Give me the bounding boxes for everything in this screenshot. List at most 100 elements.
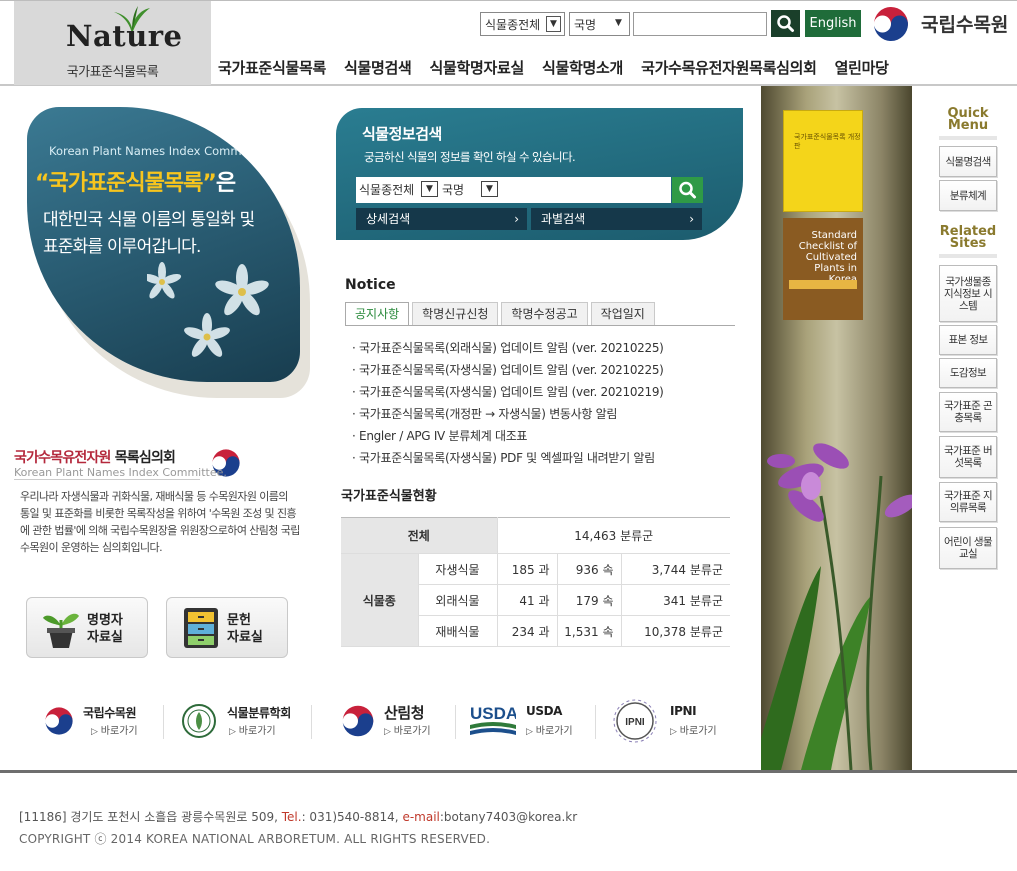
notice-item[interactable]: Engler / APG IV 분류체계 대조표 [352, 428, 664, 450]
tab-name-revision[interactable]: 학명수정공고 [501, 302, 588, 326]
notice-item[interactable]: 국가표준식물목록(개정판 → 자생식물) 변동사항 알림 [352, 406, 664, 428]
notice-tabs: 공지사항 학명신규신청 학명수정공고 작업일지 [345, 302, 658, 326]
header-scope-select[interactable]: 식물종전체 ▼ [480, 12, 565, 36]
nav-item[interactable]: 열린마당 [835, 57, 889, 78]
nav-item[interactable]: 식물명검색 [344, 57, 412, 78]
ipni-logo-icon: IPNI [613, 699, 657, 743]
family-count: 41 과 [497, 584, 558, 616]
label-line: 명명자 [87, 613, 123, 628]
notice-item[interactable]: 국가표준식물목록(외래식물) 업데이트 알림 (ver. 20210225) [352, 340, 664, 362]
book-title: 국가표준식물목록 개정판 [794, 133, 861, 150]
tab-work-log[interactable]: 작업일지 [590, 302, 655, 326]
partner-forest-service[interactable]: 산림청 바로가기 [340, 697, 450, 745]
chevron-down-icon: ▼ [615, 18, 622, 28]
search-icon [777, 15, 794, 32]
committee-title: 국가수목유전자원 목록심의회 [14, 447, 176, 467]
quick-menu-title: Quick Menu [939, 107, 997, 133]
genus-count: 179 속 [557, 584, 622, 616]
related-link[interactable]: 어린이 생물교실 [939, 527, 997, 569]
header-search-input[interactable] [633, 12, 767, 36]
partner-name: 국립수목원 [83, 706, 137, 720]
partner-link[interactable]: 바로가기 [229, 722, 276, 737]
detail-search-tab[interactable]: 상세검색 › [356, 208, 527, 230]
nav-item[interactable]: 국가수목유전자원목록심의회 [641, 57, 817, 78]
partner-ipni[interactable]: IPNI IPNI 바로가기 [612, 697, 727, 745]
site-logo[interactable]: Nature 국가표준식물목록 [14, 1, 211, 85]
quick-link-plant-search[interactable]: 식물명검색 [939, 146, 997, 177]
related-link[interactable]: 표본 정보 [939, 325, 997, 355]
label-line: 문헌 [227, 613, 251, 628]
plant-search-bar: 식물종전체 ▼ 국명 ▼ [356, 177, 671, 203]
footer-copyright: COPYRIGHT ⓒ 2014 KOREA NATIONAL ARBORETU… [19, 832, 491, 846]
chevron-down-icon[interactable]: ▼ [421, 181, 438, 197]
field-select[interactable]: 국명 [442, 181, 464, 198]
divider [939, 254, 997, 258]
namer-archive-button[interactable]: 명명자 자료실 [26, 597, 148, 658]
org-name[interactable]: 국립수목원 [921, 10, 1008, 37]
book-title: Standard Checklist of Cultivated Plants … [798, 230, 857, 285]
header-search-button[interactable] [771, 10, 800, 37]
english-button[interactable]: English [805, 10, 861, 37]
nav-item[interactable]: 식물학명자료실 [430, 57, 525, 78]
quick-menu-title-2: Menu [947, 118, 989, 133]
tab-new-name-request[interactable]: 학명신규신청 [412, 302, 499, 326]
label-line: 자료실 [227, 630, 263, 645]
main-nav: 국가표준식물목록 식물명검색 식물학명자료실 식물학명소개 국가수목유전자원목록… [218, 57, 907, 78]
hero-line-1: 대한민국 식물 이름의 통일화 및 [43, 210, 255, 230]
society-seal-icon [182, 704, 216, 738]
family-count: 234 과 [497, 615, 558, 647]
partner-link[interactable]: 바로가기 [670, 722, 717, 737]
namer-archive-label: 명명자 자료실 [87, 612, 123, 646]
committee-title-rest: 목록심의회 [110, 450, 176, 466]
nav-item[interactable]: 식물학명소개 [542, 57, 623, 78]
related-link[interactable]: 국가표준 버섯목록 [939, 436, 997, 478]
book-band [789, 280, 857, 289]
related-link[interactable]: 국가생물종 지식정보 시스템 [939, 265, 997, 322]
notice-item[interactable]: 국가표준식물목록(자생식물) PDF 및 엑셀파일 내려받기 알림 [352, 450, 664, 472]
chevron-down-icon[interactable]: ▼ [481, 181, 498, 197]
partner-link[interactable]: 바로가기 [91, 722, 138, 737]
header-field-select[interactable]: 국명 ▼ [569, 12, 630, 36]
scope-select[interactable]: 식물종전체 [359, 181, 414, 198]
notice-item[interactable]: 국가표준식물목록(자생식물) 업데이트 알림 (ver. 20210219) [352, 384, 664, 406]
related-link[interactable]: 국가표준 지의류목록 [939, 482, 997, 522]
email-value[interactable]: :botany7403@korea.kr [440, 810, 577, 824]
family-search-tab[interactable]: 과별검색 › [531, 208, 702, 230]
hero-subtitle: 대한민국 식물 이름의 통일화 및 표준화를 이루어갑니다. [43, 207, 255, 261]
quick-link-classification[interactable]: 분류체계 [939, 180, 997, 211]
total-value: 14,463 분류군 [497, 517, 730, 554]
literature-archive-button[interactable]: 문헌 자료실 [166, 597, 288, 658]
taxa-count: 10,378 분류군 [621, 615, 730, 647]
search-icon [679, 181, 696, 199]
related-sites-title-2: Sites [949, 236, 987, 251]
svg-text:IPNI: IPNI [625, 717, 645, 728]
related-link[interactable]: 도감정보 [939, 358, 997, 388]
status-table: 전체 14,463 분류군 식물종 자생식물 185 과 936 속 3,744… [341, 517, 730, 647]
partner-name: IPNI [670, 704, 697, 718]
related-link[interactable]: 국가표준 곤충목록 [939, 392, 997, 432]
notice-item[interactable]: 국가표준식물목록(자생식물) 업데이트 알림 (ver. 20210225) [352, 362, 664, 384]
book-cover-cultivated[interactable]: Standard Checklist of Cultivated Plants … [783, 218, 863, 320]
partner-name: 산림청 [384, 704, 425, 722]
table-row: 전체 14,463 분류군 [341, 517, 730, 554]
label-line: 자료실 [87, 630, 123, 645]
partner-link[interactable]: 바로가기 [384, 722, 431, 737]
chevron-right-icon: › [514, 212, 519, 226]
detail-search-label: 상세검색 [366, 212, 411, 226]
genus-count: 936 속 [557, 553, 622, 585]
tab-notices[interactable]: 공지사항 [345, 302, 410, 326]
partner-arboretum[interactable]: 국립수목원 바로가기 [43, 697, 153, 745]
nav-item[interactable]: 국가표준식물목록 [218, 57, 326, 78]
plant-search-button[interactable] [672, 177, 703, 203]
plant-search-desc: 궁금하신 식물의 정보를 확인 하실 수 있습니다. [364, 150, 576, 164]
family-count: 185 과 [497, 553, 558, 585]
book-cover-checklist[interactable]: 국가표준식물목록 개정판 [783, 110, 863, 212]
partner-taxonomy-society[interactable]: 식물분류학회 바로가기 [181, 697, 296, 745]
header-field-value: 국명 [574, 18, 597, 32]
plant-search-title: 식물정보검색 [362, 125, 442, 143]
total-label: 전체 [341, 517, 498, 554]
partner-link[interactable]: 바로가기 [526, 722, 573, 737]
notice-heading: Notice [345, 277, 396, 293]
orchid-photo-banner: 국가표준식물목록 개정판 Standard Checklist of Culti… [761, 86, 912, 770]
partner-usda[interactable]: USDA USDA 바로가기 [470, 697, 590, 745]
